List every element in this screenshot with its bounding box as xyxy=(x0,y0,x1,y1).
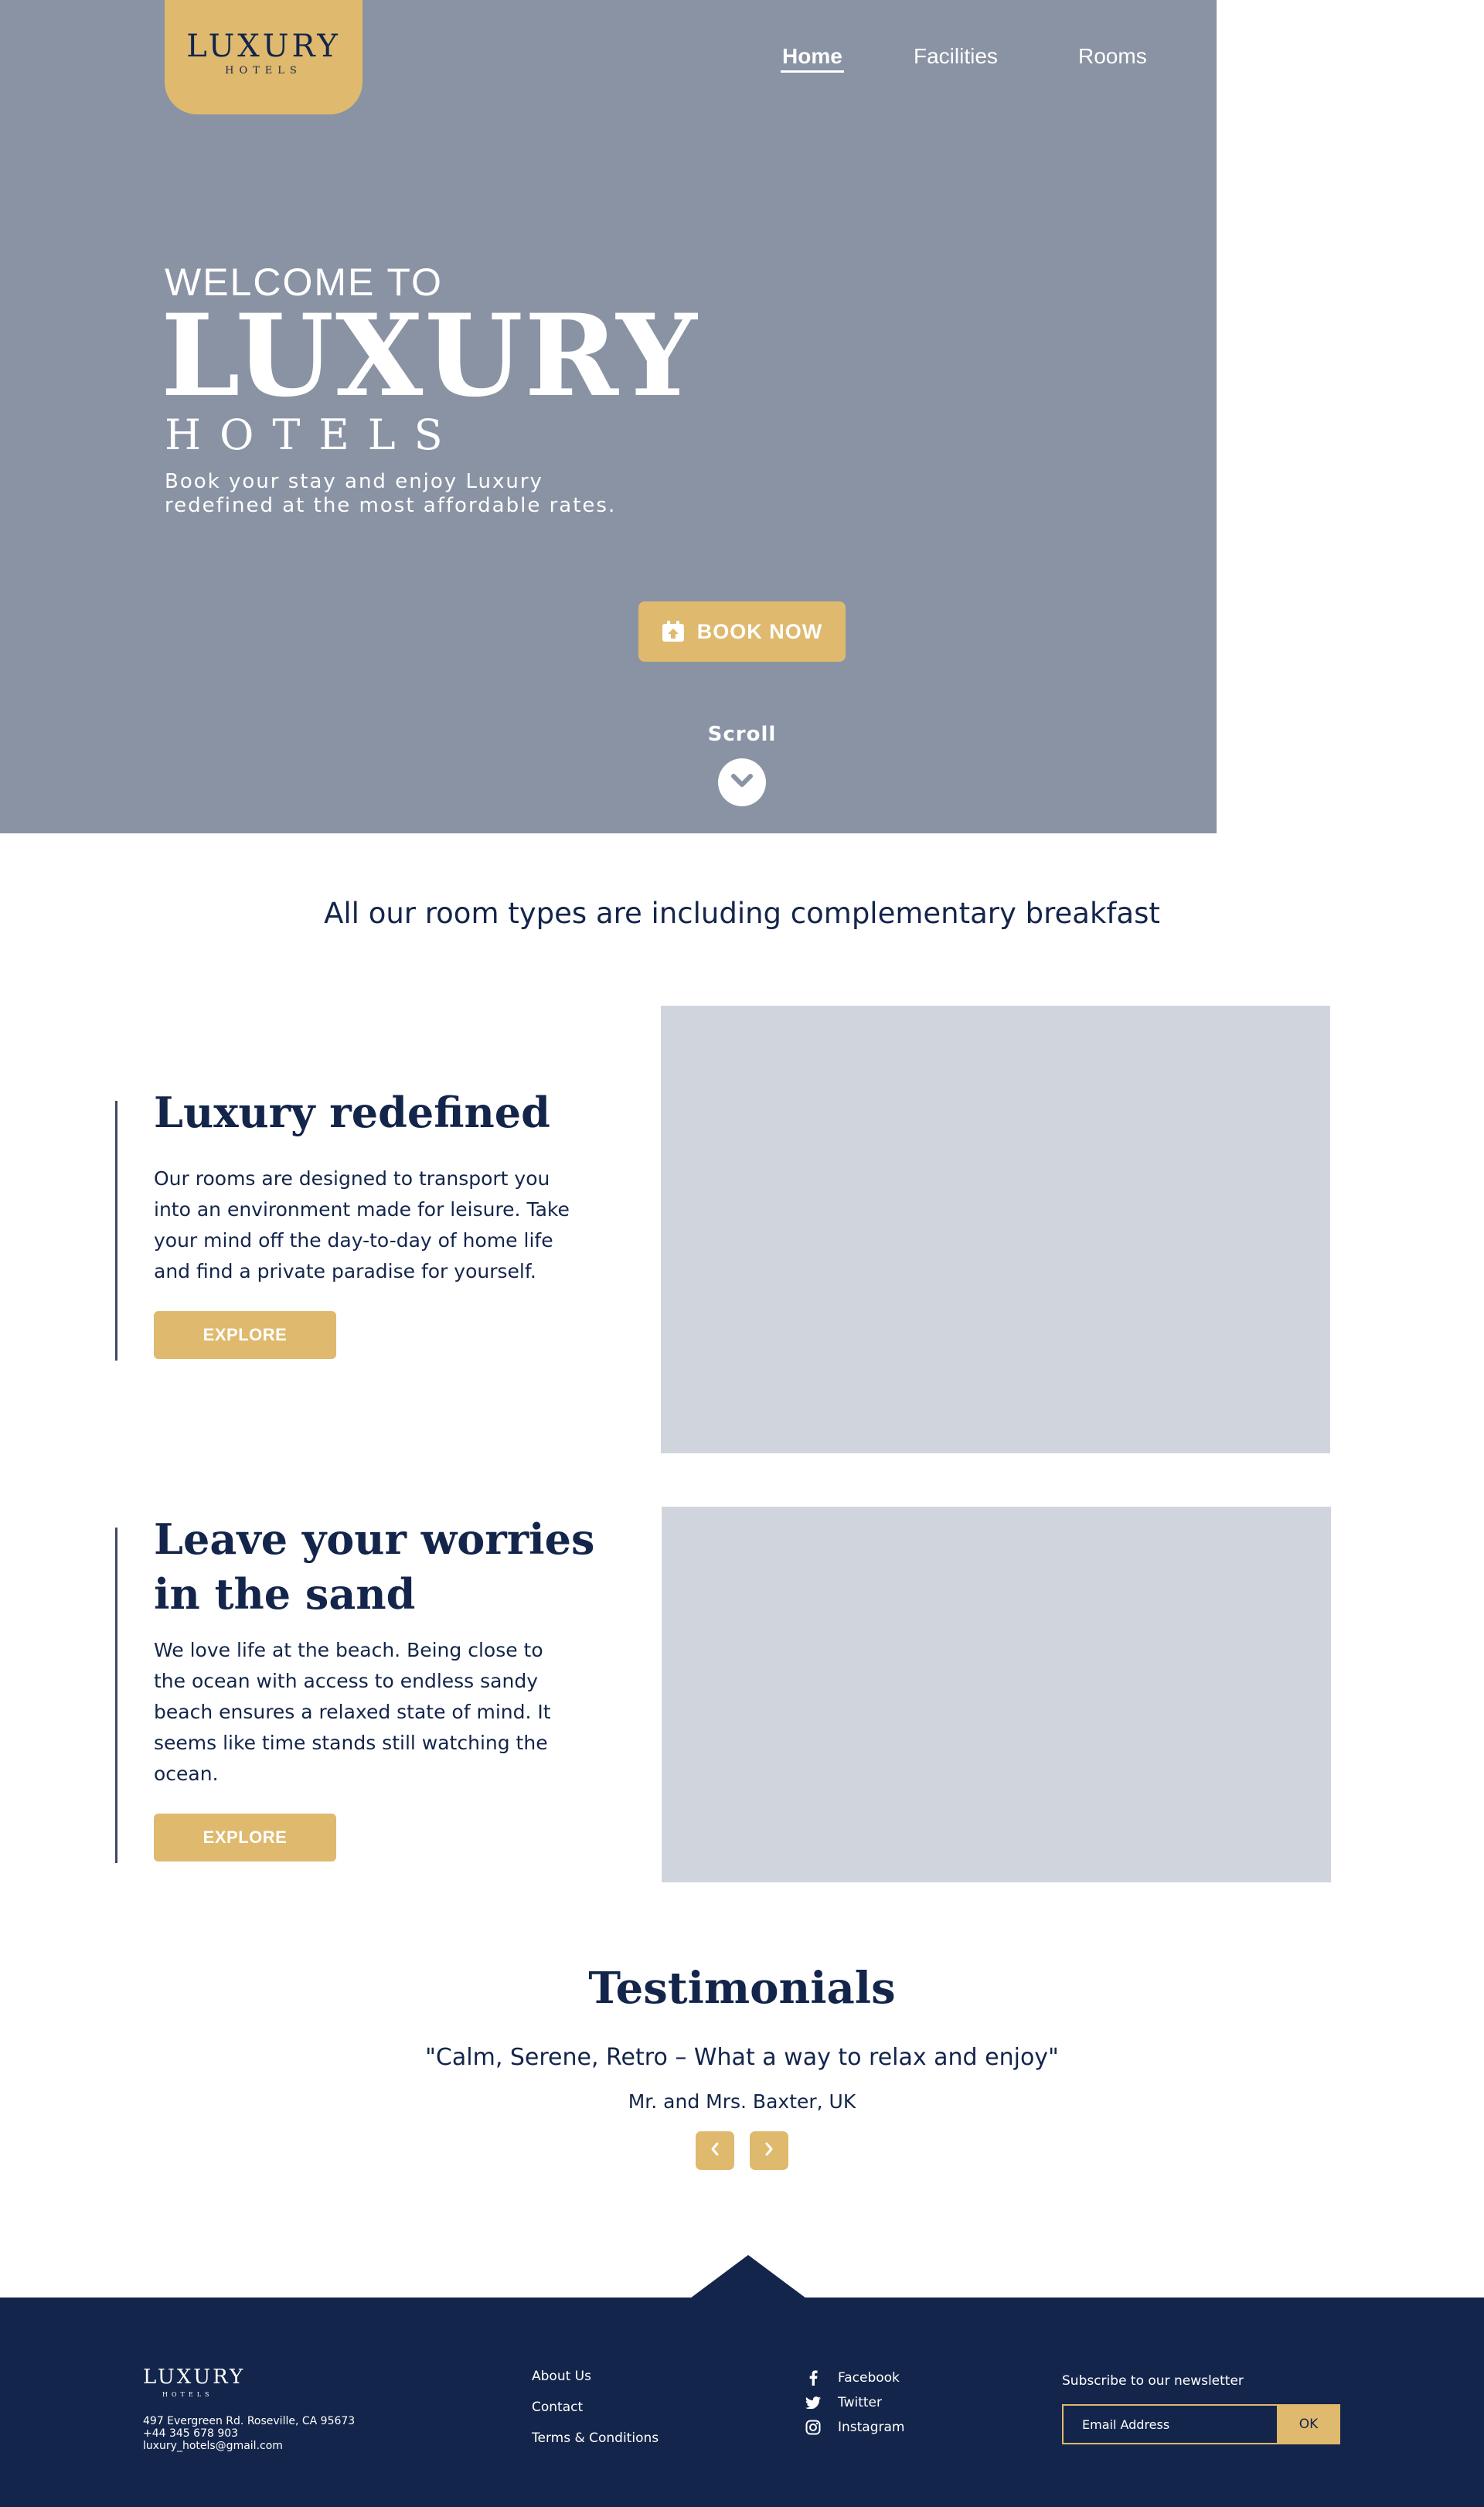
footer-social-label: Instagram xyxy=(838,2420,905,2435)
beach-image-placeholder xyxy=(662,1507,1331,1882)
footer-link-contact[interactable]: Contact xyxy=(532,2400,583,2415)
twitter-icon xyxy=(805,2395,821,2410)
footer-notch xyxy=(690,2255,806,2298)
newsletter-email-input[interactable] xyxy=(1062,2404,1278,2444)
breakfast-note: All our room types are including complem… xyxy=(324,897,1160,930)
footer-logo[interactable]: LUXURY xyxy=(143,2367,245,2387)
instagram-icon xyxy=(805,2420,821,2435)
footer-link-terms[interactable]: Terms & Conditions xyxy=(532,2430,659,2446)
footer: LUXURY HOTELS 497 Evergreen Rd. Rosevill… xyxy=(0,2298,1484,2507)
calendar-icon xyxy=(662,621,685,642)
explore-button[interactable]: EXPLORE xyxy=(154,1311,336,1359)
feature-text: We love life at the beach. Being close t… xyxy=(154,1639,551,1785)
nav-facilities[interactable]: Facilities xyxy=(914,43,998,70)
chevron-left-icon xyxy=(710,2141,720,2160)
hero-subtitle: HOTELS xyxy=(165,410,461,459)
footer-social-twitter[interactable]: Twitter xyxy=(805,2395,882,2410)
chevron-right-icon xyxy=(764,2141,774,2160)
logo-text: LUXURY xyxy=(186,29,341,64)
hero-title: LUXURY xyxy=(161,290,699,422)
book-now-label: BOOK NOW xyxy=(696,619,823,643)
testimonial-author: Mr. and Mrs. Baxter, UK xyxy=(628,2090,856,2113)
feature-text: Our rooms are designed to transport you … xyxy=(154,1167,570,1282)
footer-social-facebook[interactable]: Facebook xyxy=(805,2370,900,2386)
footer-link-about[interactable]: About Us xyxy=(532,2369,591,2384)
feature-title: Luxury redefined xyxy=(154,1088,550,1137)
chevron-down-icon xyxy=(730,773,754,792)
testimonials-title: Testimonials xyxy=(588,1963,896,2014)
logo-subtext: HOTELS xyxy=(225,65,302,77)
nav-rooms[interactable]: Rooms xyxy=(1078,43,1147,70)
footer-social-label: Facebook xyxy=(838,2370,900,2386)
scroll-label: Scroll xyxy=(707,723,777,746)
testimonial-quote: "Calm, Serene, Retro – What a way to rel… xyxy=(425,2044,1059,2071)
feature-divider xyxy=(115,1528,117,1863)
footer-logo-sub: HOTELS xyxy=(162,2391,213,2398)
footer-social-label: Twitter xyxy=(838,2395,882,2410)
footer-address: 497 Evergreen Rd. Roseville, CA 95673 xyxy=(143,2415,356,2427)
feature-title: Leave your worries in the sand xyxy=(154,1514,595,1619)
newsletter-ok-button[interactable]: OK xyxy=(1277,2404,1340,2444)
hero-section: LUXURY HOTELS Home Facilities Rooms WELC… xyxy=(0,0,1217,833)
book-now-button[interactable]: BOOK NOW xyxy=(638,601,846,662)
logo-badge[interactable]: LUXURY HOTELS xyxy=(165,0,362,114)
testimonial-next-button[interactable] xyxy=(750,2131,788,2170)
footer-social-instagram[interactable]: Instagram xyxy=(805,2420,905,2435)
scroll-down-button[interactable] xyxy=(718,758,766,806)
newsletter-title: Subscribe to our newsletter xyxy=(1062,2373,1244,2389)
hero-tagline: Book your stay and enjoy Luxury redefine… xyxy=(165,470,617,517)
feature-divider xyxy=(115,1101,117,1361)
facebook-icon xyxy=(805,2370,821,2386)
nav-home[interactable]: Home xyxy=(781,43,844,73)
explore-button[interactable]: EXPLORE xyxy=(154,1814,336,1862)
testimonial-prev-button[interactable] xyxy=(696,2131,734,2170)
footer-phone: +44 345 678 903 xyxy=(143,2427,239,2440)
room-image-placeholder xyxy=(661,1006,1330,1453)
footer-email: luxury_hotels@gmail.com xyxy=(143,2440,283,2452)
